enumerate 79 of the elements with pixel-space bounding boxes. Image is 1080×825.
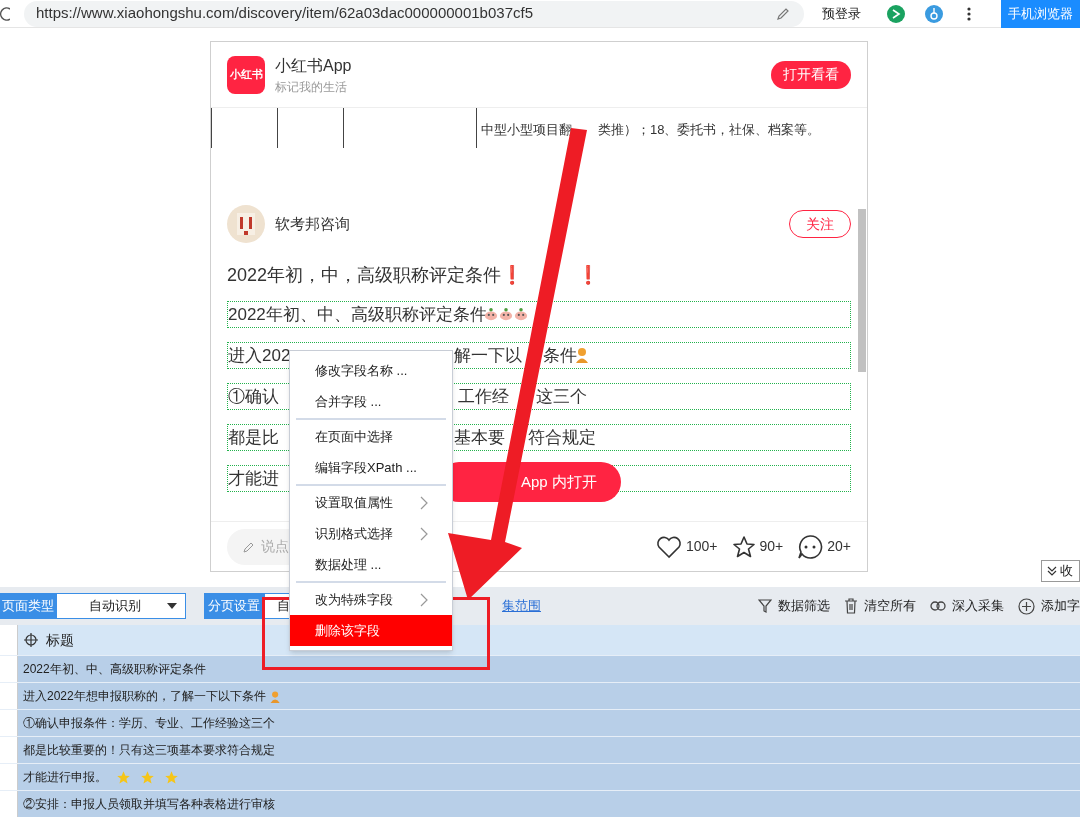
chevron-right-icon <box>420 495 428 510</box>
reload-icon[interactable] <box>0 5 10 22</box>
image-text: 类推）；18、委托书，社保、档案等。 <box>598 121 821 139</box>
paragraph-text: 基本要 <box>454 427 505 449</box>
menu-item[interactable]: 在页面中选择 <box>290 421 452 452</box>
crosshair-icon <box>24 633 38 647</box>
cell-text: 都是比较重要的！只有这三项基本要求符合规定 <box>23 742 275 759</box>
paragraph-text: 2022年初、中、高级职称评定条件 <box>228 304 487 326</box>
cell-text: ②安排：申报人员领取并填写各种表格进行审核 <box>23 796 275 813</box>
paragraph-text: 符合规定 <box>528 427 596 449</box>
select-value: 自动识别 <box>89 597 141 616</box>
heart-icon[interactable] <box>655 534 682 559</box>
edit-icon[interactable] <box>776 6 790 21</box>
like-count: 100+ <box>685 537 718 556</box>
toolbar-button[interactable]: 清空所有 <box>844 596 916 616</box>
post-title: ❗ <box>577 263 600 287</box>
app-logo: 小红书 <box>227 55 265 94</box>
menu-item[interactable]: 合并字段 ... <box>290 386 452 417</box>
favorite-count: 90+ <box>759 537 784 556</box>
author-name: 软考邦咨询 <box>275 213 350 234</box>
range-link[interactable]: 集范围 <box>502 596 541 616</box>
select-value: 自 <box>277 597 290 616</box>
comment-count: 20+ <box>827 537 851 556</box>
extension-icon[interactable] <box>925 4 943 23</box>
trash-icon <box>844 598 858 614</box>
paragraph-text: ①确认 <box>228 386 279 408</box>
paragraph-text: 这三个 <box>536 386 587 408</box>
url-text: https://www.xiaohongshu.com/discovery/item/62a03dac000000001b037cf5 <box>36 3 533 24</box>
paragraph-text: 解一下以 <box>454 345 522 367</box>
post-title: 2022年初，中，高级职称评定条件❗ <box>227 263 524 287</box>
cell-text: ①确认申报条件：学历、专业、工作经验这三个 <box>23 715 275 732</box>
toolbar-button[interactable]: 数据筛选 <box>758 596 830 616</box>
star-emoji-icon <box>164 769 179 785</box>
toolbar-button[interactable]: 深入采集 <box>930 596 1004 616</box>
paragraph-text: 都是比 <box>228 427 279 449</box>
chevrons-icon <box>1046 565 1058 577</box>
open-app-button[interactable]: 打开看看 <box>771 60 851 89</box>
add-icon <box>1018 597 1035 615</box>
field-label: 页面类型 <box>0 593 56 619</box>
cell-text: 2022年初、中、高级职称评定条件 <box>23 661 206 678</box>
scrollbar[interactable] <box>858 209 866 372</box>
star-icon[interactable] <box>731 534 756 559</box>
app-slogan: 标记我的生活 <box>275 78 348 96</box>
emoji-icon <box>484 307 498 321</box>
extension-icon[interactable] <box>887 4 905 23</box>
star-emoji-icon <box>140 769 155 785</box>
address-field[interactable]: https://www.xiaohongshu.com/discovery/item/62a03dac000000001b037cf5 <box>24 0 804 27</box>
emoji-icon <box>499 307 513 321</box>
paragraph-text: 条件 <box>543 345 577 367</box>
login-link[interactable]: 预登录 <box>822 3 861 24</box>
field-label: 分页设置 <box>204 593 264 619</box>
menu-item[interactable]: 识别格式选择 <box>290 518 452 549</box>
emoji-icon <box>514 307 528 321</box>
link-icon <box>930 601 946 611</box>
comment-placeholder: 说点 <box>261 537 289 556</box>
paragraph-text: 才能进 <box>228 468 279 490</box>
menu-item[interactable]: 修改字段名称 ... <box>290 355 452 386</box>
column-title: 标题 <box>46 630 74 650</box>
more-icon[interactable] <box>967 5 971 22</box>
toolbar-button[interactable]: 添加字 <box>1018 596 1080 616</box>
menu-item[interactable]: 删除该字段 <box>290 615 452 646</box>
star-emoji-icon <box>116 769 131 785</box>
pencil-icon <box>243 540 255 553</box>
collapse-button[interactable]: 收 <box>1041 560 1080 582</box>
cell-text: 进入2022年想申报职称的，了解一下以下条件 <box>23 688 266 705</box>
paragraph-text: 工作经 <box>458 386 509 408</box>
chevron-right-icon <box>420 526 428 541</box>
paragraph-text: 进入202 <box>228 345 291 367</box>
page-type-select[interactable]: 自动识别 <box>56 593 186 619</box>
person-emoji-icon <box>268 689 282 703</box>
filter-icon <box>758 599 772 613</box>
dropdown-caret-icon <box>167 603 177 609</box>
image-text: 中型小型项目翻 <box>481 121 572 139</box>
cell-text: 才能进行申报。 <box>23 769 107 786</box>
menu-item[interactable]: 数据处理 ... <box>290 549 452 580</box>
app-name: 小红书App <box>275 55 352 76</box>
gutter-cell <box>0 625 18 655</box>
comment-icon[interactable] <box>797 533 824 560</box>
chevron-right-icon <box>420 592 428 607</box>
